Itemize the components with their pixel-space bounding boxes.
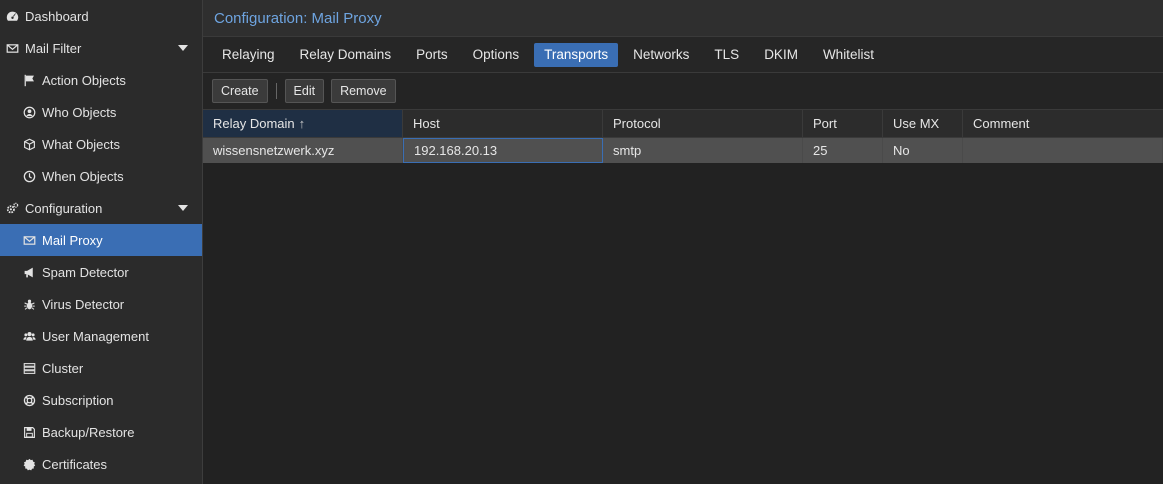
page-header: Configuration: Mail Proxy	[203, 0, 1163, 37]
sidebar-item-label: Action Objects	[42, 72, 126, 88]
floppy-icon	[22, 425, 36, 439]
grid-header: Relay Domain ↑ Host Protocol Port Use MX…	[203, 109, 1163, 138]
sidebar-item-virus-detector[interactable]: Virus Detector	[0, 288, 202, 320]
sidebar-item-when-objects[interactable]: When Objects	[0, 160, 202, 192]
sidebar-item-label: Spam Detector	[42, 264, 129, 280]
tab-relay-domains[interactable]: Relay Domains	[290, 43, 402, 67]
envelope-icon	[22, 233, 36, 247]
toolbar-separator	[275, 83, 277, 99]
tab-networks[interactable]: Networks	[623, 43, 699, 67]
tab-bar: Relaying Relay Domains Ports Options Tra…	[203, 37, 1163, 73]
column-header-label: Relay Domain	[213, 116, 295, 131]
cell-port: 25	[803, 138, 883, 163]
sidebar-item-subscription[interactable]: Subscription	[0, 384, 202, 416]
sidebar-item-dashboard[interactable]: Dashboard	[0, 0, 202, 32]
column-header-protocol[interactable]: Protocol	[603, 110, 803, 137]
sidebar-item-backup-restore[interactable]: Backup/Restore	[0, 416, 202, 448]
bullhorn-icon	[22, 265, 36, 279]
life-ring-icon	[22, 393, 36, 407]
column-header-comment[interactable]: Comment	[963, 110, 1163, 137]
sidebar-item-label: Who Objects	[42, 104, 117, 120]
tab-whitelist[interactable]: Whitelist	[813, 43, 884, 67]
sidebar-item-configuration[interactable]: Configuration	[0, 192, 202, 224]
sidebar-item-user-management[interactable]: User Management	[0, 320, 202, 352]
column-header-relay-domain[interactable]: Relay Domain ↑	[203, 110, 403, 137]
tab-relaying[interactable]: Relaying	[212, 43, 285, 67]
transports-grid: Relay Domain ↑ Host Protocol Port Use MX…	[203, 109, 1163, 484]
sidebar-item-label: Configuration	[25, 200, 103, 216]
column-header-use-mx[interactable]: Use MX	[883, 110, 963, 137]
cogs-icon	[5, 201, 19, 215]
grid-toolbar: Create Edit Remove	[203, 73, 1163, 109]
page-title: Configuration: Mail Proxy	[214, 9, 382, 27]
user-circle-icon	[22, 105, 36, 119]
flag-icon	[22, 73, 36, 87]
edit-button[interactable]: Edit	[284, 79, 325, 103]
cell-protocol: smtp	[603, 138, 803, 163]
cell-relay-domain: wissensnetzwerk.xyz	[203, 138, 403, 163]
sidebar-item-spam-detector[interactable]: Spam Detector	[0, 256, 202, 288]
tab-transports[interactable]: Transports	[534, 42, 619, 67]
sidebar-item-label: What Objects	[42, 136, 121, 152]
tab-tls[interactable]: TLS	[704, 43, 749, 67]
sidebar-item-label: Mail Proxy	[42, 232, 103, 248]
cell-use-mx: No	[883, 138, 963, 163]
cube-icon	[22, 137, 36, 151]
table-row[interactable]: wissensnetzwerk.xyz 192.168.20.13 smtp 2…	[203, 138, 1163, 163]
main-panel: Configuration: Mail Proxy Relaying Relay…	[203, 0, 1163, 484]
tab-options[interactable]: Options	[463, 43, 530, 67]
sidebar-item-cluster[interactable]: Cluster	[0, 352, 202, 384]
sidebar-item-certificates[interactable]: Certificates	[0, 448, 202, 480]
sidebar-item-action-objects[interactable]: Action Objects	[0, 64, 202, 96]
cell-host: 192.168.20.13	[403, 138, 603, 163]
tab-ports[interactable]: Ports	[406, 43, 458, 67]
sidebar-item-what-objects[interactable]: What Objects	[0, 128, 202, 160]
remove-button[interactable]: Remove	[331, 79, 396, 103]
sidebar-item-mail-proxy[interactable]: Mail Proxy	[0, 224, 202, 256]
sidebar-item-label: Mail Filter	[25, 40, 82, 56]
create-button[interactable]: Create	[212, 79, 268, 103]
sidebar-item-label: Virus Detector	[42, 296, 125, 312]
envelope-icon	[5, 41, 19, 55]
dashboard-icon	[5, 9, 19, 23]
tab-dkim[interactable]: DKIM	[754, 43, 808, 67]
server-icon	[22, 361, 36, 375]
sidebar-nav: Dashboard Mail Filter Action Objects Who…	[0, 0, 203, 484]
chevron-down-icon[interactable]	[178, 205, 188, 211]
cell-comment	[963, 138, 1163, 163]
app-window: Dashboard Mail Filter Action Objects Who…	[0, 0, 1163, 484]
certificate-icon	[22, 457, 36, 471]
sidebar-item-who-objects[interactable]: Who Objects	[0, 96, 202, 128]
chevron-down-icon[interactable]	[178, 45, 188, 51]
clock-icon	[22, 169, 36, 183]
sidebar-item-label: Dashboard	[25, 8, 89, 24]
sidebar-item-label: Certificates	[42, 456, 108, 472]
sort-ascending-icon: ↑	[298, 116, 306, 131]
users-icon	[22, 329, 36, 343]
column-header-host[interactable]: Host	[403, 110, 603, 137]
sidebar-item-mail-filter[interactable]: Mail Filter	[0, 32, 202, 64]
sidebar-item-label: Cluster	[42, 360, 84, 376]
sidebar-item-label: When Objects	[42, 168, 124, 184]
sidebar-item-label: User Management	[42, 328, 149, 344]
sidebar-item-label: Backup/Restore	[42, 424, 135, 440]
column-header-port[interactable]: Port	[803, 110, 883, 137]
sidebar-item-label: Subscription	[42, 392, 114, 408]
bug-icon	[22, 297, 36, 311]
